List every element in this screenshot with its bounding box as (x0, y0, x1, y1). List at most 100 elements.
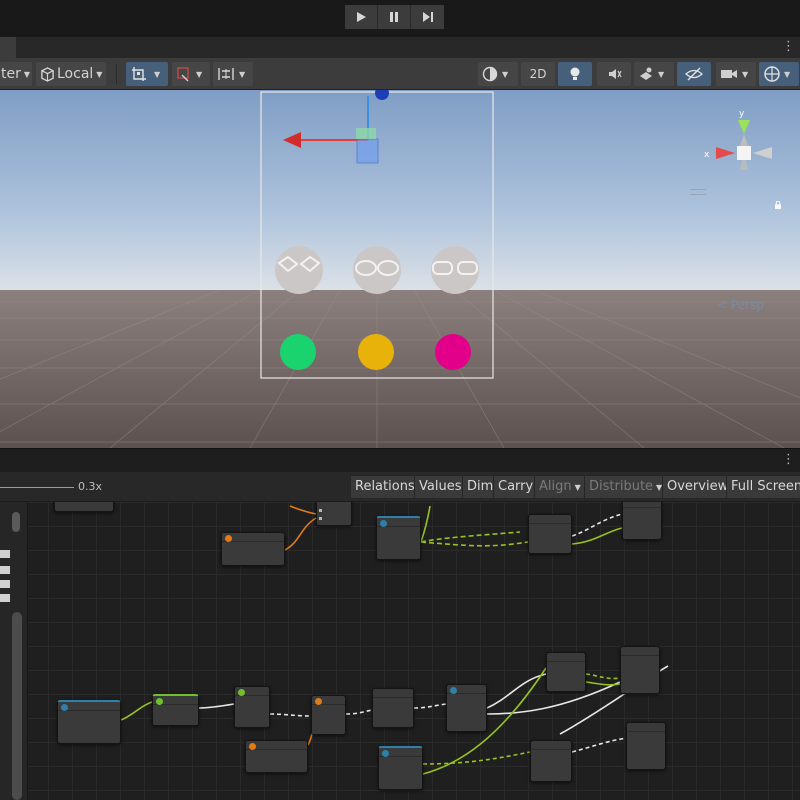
graph-node[interactable] (626, 722, 666, 770)
projection-label[interactable]: < Persp (717, 298, 764, 312)
panel-divider[interactable]: ⋮ (0, 448, 800, 472)
graph-node[interactable] (152, 694, 199, 726)
wire-green (420, 541, 529, 547)
scene-visibility-toggle[interactable] (677, 62, 711, 86)
graph-node[interactable] (546, 652, 586, 692)
side-panel-scrollbar[interactable] (12, 612, 22, 800)
chevron-down-icon: ▼ (96, 69, 103, 79)
graph-node[interactable] (622, 502, 662, 540)
green-dot (280, 334, 316, 370)
step-icon (422, 12, 433, 22)
toolbar-divider (116, 64, 117, 84)
align-dropdown[interactable]: Align ▼ (534, 475, 586, 499)
light-icon (570, 67, 580, 80)
pivot-dropdown[interactable]: ter ▼ (0, 62, 32, 86)
graph-node[interactable] (234, 686, 270, 728)
side-panel-item-icon[interactable] (0, 580, 10, 588)
gizmo-y-label: y (739, 109, 745, 119)
overview-button[interactable]: Overview (662, 475, 734, 499)
audio-icon (609, 69, 622, 79)
wire-white (571, 737, 629, 753)
view-align-dropdown[interactable]: ▼ (213, 62, 253, 86)
pause-button[interactable] (378, 5, 411, 29)
visibility-icon (685, 67, 703, 81)
gizmos-dropdown[interactable]: ▼ (759, 62, 799, 86)
graph-node[interactable] (221, 532, 285, 566)
lock-icon[interactable] (774, 201, 782, 209)
wire-green (420, 505, 431, 543)
wire-white (269, 713, 312, 717)
pause-icon (390, 12, 398, 22)
camera-icon (721, 70, 737, 78)
scene-tab[interactable] (0, 37, 16, 59)
play-controls (345, 5, 445, 29)
side-panel-scroll-thumb[interactable] (12, 512, 20, 532)
graph-node[interactable] (372, 688, 414, 728)
chevron-down-icon: ▼ (502, 69, 509, 79)
wire-green (420, 531, 521, 543)
wire-green (120, 701, 153, 721)
more-options-icon[interactable]: ⋮ (782, 40, 795, 54)
chevron-down-icon: ▼ (574, 483, 581, 492)
side-panel-item-icon[interactable] (0, 594, 10, 602)
shading-icon (482, 66, 498, 82)
graph-node[interactable] (316, 502, 352, 526)
relations-button[interactable]: Relations (350, 475, 420, 499)
grid-snap-toggle[interactable]: ▼ (126, 62, 168, 86)
wire-orange (289, 505, 317, 515)
ground-plane (0, 290, 800, 448)
camera-dropdown[interactable]: ▼ (716, 62, 756, 86)
carry-button[interactable]: Carry (493, 475, 539, 499)
drag-handle-icon[interactable] (690, 189, 706, 195)
wire-green (585, 673, 621, 680)
shading-mode-dropdown[interactable]: ▼ (478, 62, 518, 86)
step-button[interactable] (411, 5, 444, 29)
graph-node[interactable] (245, 740, 308, 773)
grid-snap-icon (132, 67, 146, 81)
chevron-down-icon: ▼ (784, 69, 791, 79)
chevron-down-icon: ▼ (742, 69, 749, 79)
wire-green (571, 527, 623, 545)
chevron-down-icon: ▼ (23, 69, 31, 79)
graph-node[interactable] (530, 740, 572, 782)
chevron-down-icon: ▼ (154, 69, 161, 79)
toggle-2d-button[interactable]: 2D (521, 62, 555, 86)
graph-node[interactable] (311, 695, 346, 735)
wire-white (198, 703, 235, 709)
side-panel-item-icon[interactable] (0, 566, 10, 574)
lighting-toggle[interactable] (558, 62, 592, 86)
play-toolbar (0, 0, 800, 36)
space-dropdown[interactable]: Local ▼ (36, 62, 106, 86)
graph-node[interactable] (376, 516, 421, 560)
increment-snap-icon (177, 67, 189, 82)
scene-tab-bar: ⋮ (0, 36, 800, 59)
mode-2d-label: 2D (529, 67, 547, 81)
play-button[interactable] (345, 5, 378, 29)
graph-side-panel (0, 502, 28, 800)
more-options-icon[interactable]: ⋮ (782, 453, 795, 467)
visual-script-graph[interactable] (0, 502, 800, 800)
wire-green (422, 751, 531, 765)
zoom-slider[interactable] (0, 487, 74, 488)
graph-node[interactable] (446, 684, 487, 732)
wire-white (345, 709, 373, 715)
full-screen-button[interactable]: Full Screen (726, 475, 800, 499)
effects-dropdown[interactable]: ▼ (634, 62, 674, 86)
scene-viewport: y x (0, 90, 800, 448)
audio-toggle[interactable] (597, 62, 631, 86)
graph-node[interactable] (528, 514, 572, 554)
values-button[interactable]: Values (414, 475, 467, 499)
scene-view[interactable]: y x < Persp (0, 90, 800, 448)
increment-snap-toggle[interactable]: ▼ (172, 62, 210, 86)
align-label: Align (539, 479, 572, 494)
side-panel-item-icon[interactable] (0, 550, 10, 558)
chevron-down-icon: ▼ (239, 69, 246, 79)
zoom-value: 0.3x (78, 480, 103, 493)
graph-node[interactable] (620, 646, 660, 694)
graph-node[interactable] (378, 746, 423, 790)
graph-node[interactable] (54, 502, 114, 512)
chevron-down-icon: ▼ (658, 69, 665, 79)
chevron-down-icon: ▼ (196, 69, 203, 79)
distribute-dropdown[interactable]: Distribute ▼ (584, 475, 668, 499)
graph-node[interactable] (57, 700, 121, 744)
